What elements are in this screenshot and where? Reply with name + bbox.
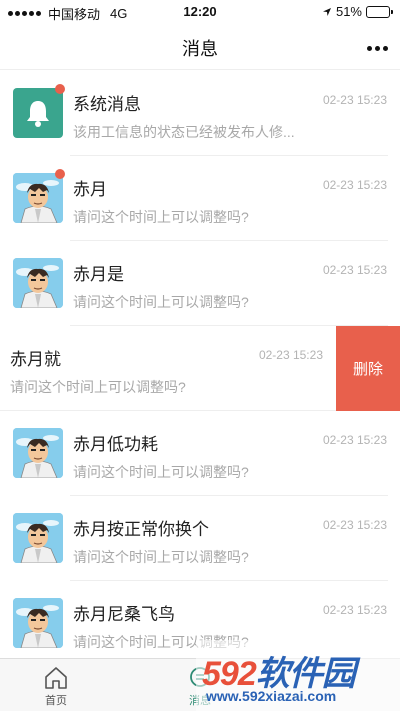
message-preview: 请问这个时间上可以调整吗? (73, 549, 249, 565)
message-item-swiped[interactable]: 赤月就 02-23 15:23 请问这个时间上可以调整吗? 删除 (0, 326, 400, 411)
message-time: 02-23 15:23 (322, 518, 387, 532)
watermark-url: www.592xiazai.com (206, 688, 337, 704)
contact-name: 赤月就 (10, 350, 61, 369)
status-bar: 中国移动 4G 12:20 51% (0, 0, 400, 24)
battery-icon (366, 5, 393, 18)
tab-home-label: 首页 (45, 695, 67, 707)
message-time: 02-23 15:23 (322, 433, 387, 447)
message-preview: 请问这个时间上可以调整吗? (10, 379, 186, 395)
nav-bar: 消息 (0, 24, 400, 70)
contact-name: 赤月低功耗 (73, 435, 158, 454)
message-time: 02-23 15:23 (322, 603, 387, 617)
watermark: 592软件园 www.592xiazai.com (196, 640, 400, 711)
message-preview: 请问这个时间上可以调整吗? (73, 294, 249, 310)
more-dots-icon[interactable] (367, 46, 388, 51)
page-title: 消息 (182, 39, 218, 59)
message-item[interactable]: 赤月按正常你换个 02-23 15:23 请问这个时间上可以调整吗? (0, 496, 400, 581)
user-avatar (13, 598, 63, 648)
home-icon (45, 667, 67, 689)
contact-name: 赤月尼桑飞鸟 (73, 605, 175, 624)
user-avatar (13, 173, 63, 223)
user-avatar (13, 258, 63, 308)
message-list: 系统消息 02-23 15:23 该用工信息的状态已经被发布人修... 赤月 0… (0, 71, 400, 666)
message-preview: 请问这个时间上可以调整吗? (73, 464, 249, 480)
user-avatar (13, 513, 63, 563)
message-preview: 请问这个时间上可以调整吗? (73, 209, 249, 225)
message-time: 02-23 15:23 (258, 348, 323, 362)
location-arrow-icon (322, 7, 331, 16)
unread-dot (55, 169, 65, 179)
user-avatar (13, 428, 63, 478)
message-item[interactable]: 系统消息 02-23 15:23 该用工信息的状态已经被发布人修... (0, 71, 400, 156)
message-time: 02-23 15:23 (322, 263, 387, 277)
delete-button[interactable]: 删除 (336, 326, 400, 411)
contact-name: 赤月按正常你换个 (73, 520, 209, 539)
message-item[interactable]: 赤月是 02-23 15:23 请问这个时间上可以调整吗? (0, 241, 400, 326)
bell-icon (13, 88, 63, 138)
message-time: 02-23 15:23 (322, 93, 387, 107)
contact-name: 系统消息 (73, 95, 141, 114)
message-preview: 该用工信息的状态已经被发布人修... (73, 124, 295, 140)
message-item[interactable]: 赤月 02-23 15:23 请问这个时间上可以调整吗? (0, 156, 400, 241)
tab-home[interactable]: 首页 (16, 659, 96, 711)
contact-name: 赤月是 (73, 265, 124, 284)
message-item[interactable]: 赤月低功耗 02-23 15:23 请问这个时间上可以调整吗? (0, 411, 400, 496)
contact-name: 赤月 (73, 180, 107, 199)
battery-percent: 51% (335, 4, 362, 19)
unread-dot (55, 84, 65, 94)
message-time: 02-23 15:23 (322, 178, 387, 192)
